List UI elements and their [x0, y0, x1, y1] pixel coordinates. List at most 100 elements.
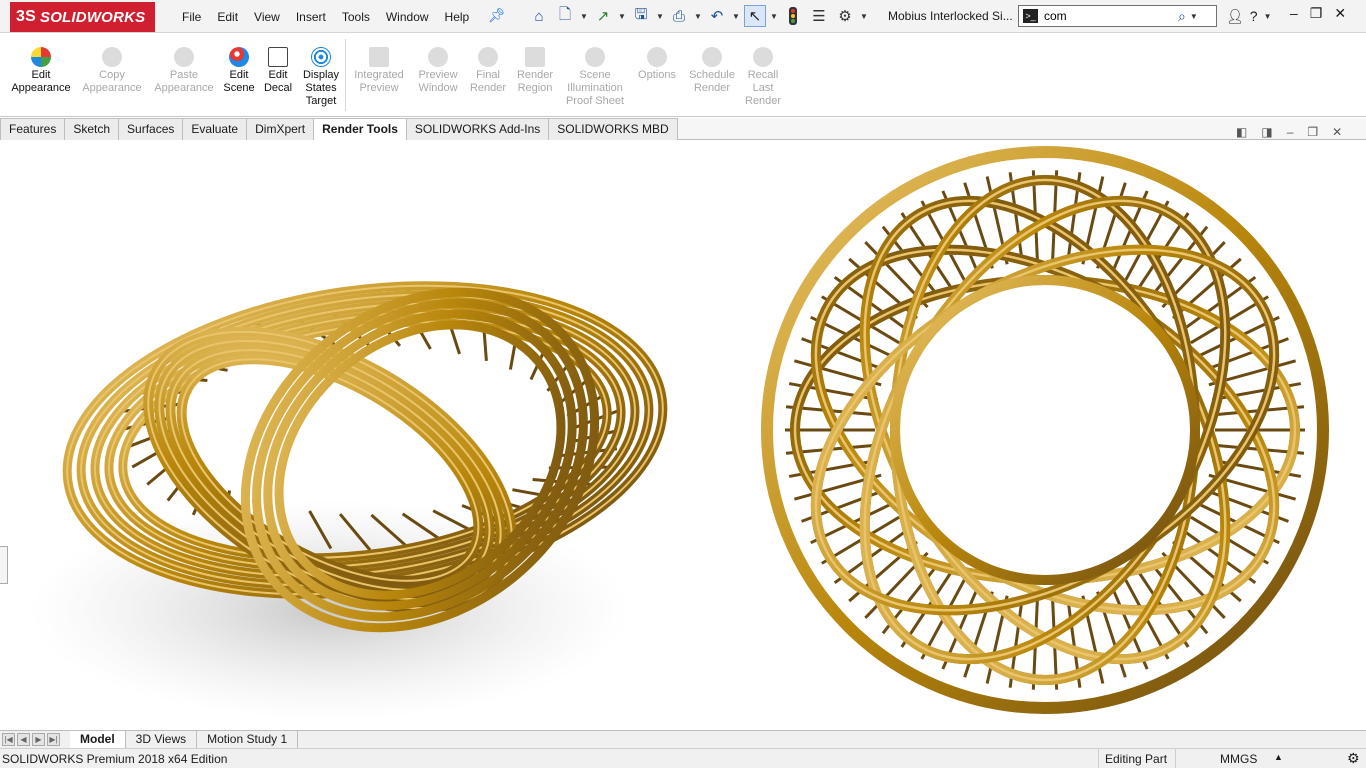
recall-last-render-label-3: Render — [744, 95, 782, 107]
open-dropdown-icon[interactable]: ▼ — [618, 12, 626, 21]
viewport-minimize-icon[interactable]: – — [1287, 125, 1294, 139]
right-model-view — [761, 146, 1329, 714]
display-states-target-button[interactable]: Display States Target — [299, 47, 343, 108]
paste-appearance-button[interactable]: Paste Appearance — [152, 47, 216, 95]
search-input[interactable] — [1044, 9, 1174, 23]
proof-sheet-icon — [585, 47, 605, 67]
options-dropdown-icon[interactable]: ▼ — [860, 12, 868, 21]
solidworks-logo[interactable]: 3S SOLIDWORKS — [10, 2, 155, 32]
rebuild-icon[interactable] — [782, 5, 804, 27]
left-model-view — [30, 281, 668, 720]
tab-render-tools[interactable]: Render Tools — [313, 118, 407, 140]
search-icon[interactable]: ⌕ — [1178, 8, 1186, 25]
recall-last-render-icon — [753, 47, 773, 67]
command-search-box[interactable]: >_ ⌕ ▼ — [1018, 5, 1217, 27]
save-dropdown-icon[interactable]: ▼ — [656, 12, 664, 21]
help-icon[interactable]: ? — [1250, 8, 1258, 24]
menu-view[interactable]: View — [246, 10, 288, 24]
integrated-preview-icon — [369, 47, 389, 67]
select-dropdown-icon[interactable]: ▼ — [770, 12, 778, 21]
user-account-icon[interactable]: 👤︎ — [1226, 8, 1244, 25]
render-region-button[interactable]: Render Region — [514, 47, 556, 95]
menu-file[interactable]: File — [174, 10, 209, 24]
command-prompt-icon: >_ — [1023, 9, 1038, 23]
final-render-label-2: Render — [469, 82, 507, 94]
tab-motion-study-1[interactable]: Motion Study 1 — [197, 731, 299, 749]
tab-surfaces[interactable]: Surfaces — [118, 118, 184, 140]
options-gear-icon[interactable]: ⚙ — [834, 5, 856, 27]
bottom-tab-bar: |◀ ◀ ▶ ▶| Model 3D Views Motion Study 1 — [0, 730, 1366, 749]
status-settings-icon[interactable]: ⚙ — [1347, 750, 1360, 767]
edit-scene-button[interactable]: Edit Scene — [222, 47, 256, 95]
unit-system-dropdown-icon[interactable]: ▲ — [1274, 752, 1283, 762]
print-icon[interactable]: ⎙ — [668, 5, 690, 27]
pin-menu-icon[interactable]: 📌︎ — [488, 7, 506, 24]
new-dropdown-icon[interactable]: ▼ — [580, 12, 588, 21]
undo-dropdown-icon[interactable]: ▼ — [732, 12, 740, 21]
select-icon[interactable]: ↖ — [744, 5, 766, 27]
home-icon[interactable]: ⌂ — [528, 5, 550, 27]
display-states-target-label-3: Target — [305, 95, 337, 107]
collapse-right-pane-icon[interactable]: ◨ — [1261, 125, 1272, 139]
final-render-button[interactable]: Final Render — [468, 47, 508, 95]
unit-system-label[interactable]: MMGS — [1220, 752, 1257, 766]
close-icon[interactable]: ✕ — [1334, 5, 1346, 22]
prev-tab-icon[interactable]: ◀ — [17, 733, 30, 746]
restore-icon[interactable]: ❐ — [1310, 5, 1323, 22]
render-options-button[interactable]: Options — [634, 47, 680, 82]
new-document-icon[interactable]: 🗋︎ — [554, 5, 576, 27]
edit-scene-label-1: Edit — [229, 69, 249, 81]
render-options-icon — [647, 47, 667, 67]
tab-solidworks-add-ins[interactable]: SOLIDWORKS Add-Ins — [405, 118, 550, 140]
first-tab-icon[interactable]: |◀ — [2, 733, 15, 746]
edit-appearance-button[interactable]: Edit Appearance — [10, 47, 72, 95]
copy-appearance-button[interactable]: Copy Appearance — [80, 47, 144, 95]
recall-last-render-button[interactable]: Recall Last Render — [742, 47, 784, 108]
graphics-area[interactable] — [0, 140, 1366, 730]
next-tab-icon[interactable]: ▶ — [32, 733, 45, 746]
copy-appearance-label-1: Copy — [99, 69, 125, 81]
preview-window-label-2: Window — [418, 82, 458, 94]
scene-icon — [229, 47, 249, 67]
tab-evaluate[interactable]: Evaluate — [182, 118, 248, 140]
paste-appearance-label-2: Appearance — [154, 82, 214, 94]
search-dropdown-icon[interactable]: ▼ — [1190, 12, 1198, 21]
ribbon-separator — [345, 39, 346, 111]
file-properties-icon[interactable]: ☰ — [808, 5, 830, 27]
integrated-preview-button[interactable]: Integrated Preview — [350, 47, 408, 95]
render-region-icon — [525, 47, 545, 67]
undo-icon[interactable]: ↶ — [706, 5, 728, 27]
help-dropdown-icon[interactable]: ▼ — [1264, 12, 1272, 21]
feature-manager-handle[interactable] — [0, 546, 8, 584]
tab-solidworks-mbd[interactable]: SOLIDWORKS MBD — [548, 118, 678, 140]
menu-help[interactable]: Help — [437, 10, 478, 24]
viewport-close-icon[interactable]: ✕ — [1332, 125, 1342, 139]
tab-features[interactable]: Features — [0, 118, 66, 140]
render-options-label: Options — [638, 69, 676, 81]
viewport-restore-icon[interactable]: ❐ — [1307, 125, 1318, 139]
tab-3d-views[interactable]: 3D Views — [126, 731, 198, 749]
collapse-left-pane-icon[interactable]: ◧ — [1236, 125, 1247, 139]
open-icon[interactable]: ↗ — [592, 5, 614, 27]
integrated-preview-label-2: Preview — [359, 82, 399, 94]
edit-decal-button[interactable]: Edit Decal — [262, 47, 294, 95]
tab-model[interactable]: Model — [70, 731, 126, 749]
command-manager-ribbon: Edit Appearance Copy Appearance Paste Ap… — [0, 33, 1366, 117]
minimize-icon[interactable]: – — [1290, 5, 1298, 22]
final-render-label-1: Final — [476, 69, 500, 81]
tab-sketch[interactable]: Sketch — [64, 118, 120, 140]
tab-dimxpert[interactable]: DimXpert — [246, 118, 315, 140]
menu-edit[interactable]: Edit — [209, 10, 246, 24]
menu-tools[interactable]: Tools — [334, 10, 378, 24]
menu-insert[interactable]: Insert — [288, 10, 334, 24]
model-view-tabs: Model 3D Views Motion Study 1 — [70, 731, 299, 749]
paste-appearance-icon — [174, 47, 194, 67]
print-dropdown-icon[interactable]: ▼ — [694, 12, 702, 21]
preview-window-button[interactable]: Preview Window — [414, 47, 462, 95]
last-tab-icon[interactable]: ▶| — [47, 733, 60, 746]
copy-appearance-icon — [102, 47, 122, 67]
menu-window[interactable]: Window — [378, 10, 437, 24]
scene-illumination-proof-sheet-button[interactable]: Scene Illumination Proof Sheet — [562, 47, 628, 108]
schedule-render-button[interactable]: Schedule Render — [686, 47, 738, 95]
save-icon[interactable]: 🖫︎ — [630, 5, 652, 27]
